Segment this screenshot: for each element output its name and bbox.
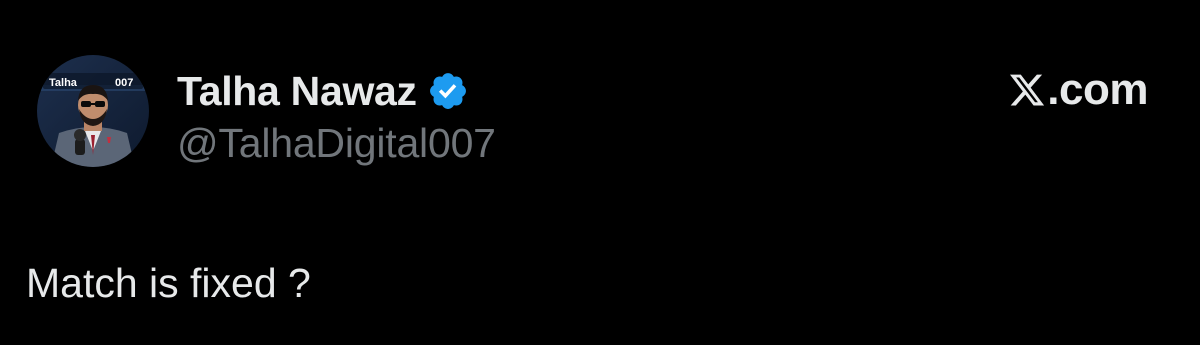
brand-text: .com — [1047, 65, 1148, 114]
author-name-row: Talha Nawaz — [177, 66, 469, 116]
brand-watermark: .com — [1008, 64, 1148, 116]
author-display-name[interactable]: Talha Nawaz — [177, 68, 417, 115]
author-handle[interactable]: @TalhaDigital007 — [177, 120, 496, 167]
avatar[interactable]: Talha 007 — [37, 55, 149, 167]
avatar-logo-text: Talha — [49, 77, 78, 89]
post-card: Talha 007 Talha Nawaz @TalhaDigital007 .… — [0, 0, 1200, 345]
verified-badge-icon[interactable] — [427, 70, 469, 112]
x-logo-icon — [1010, 74, 1045, 106]
avatar-image: Talha 007 — [37, 55, 149, 167]
avatar-logo-number: 007 — [115, 77, 133, 89]
post-text: Match is fixed ? — [26, 260, 311, 306]
